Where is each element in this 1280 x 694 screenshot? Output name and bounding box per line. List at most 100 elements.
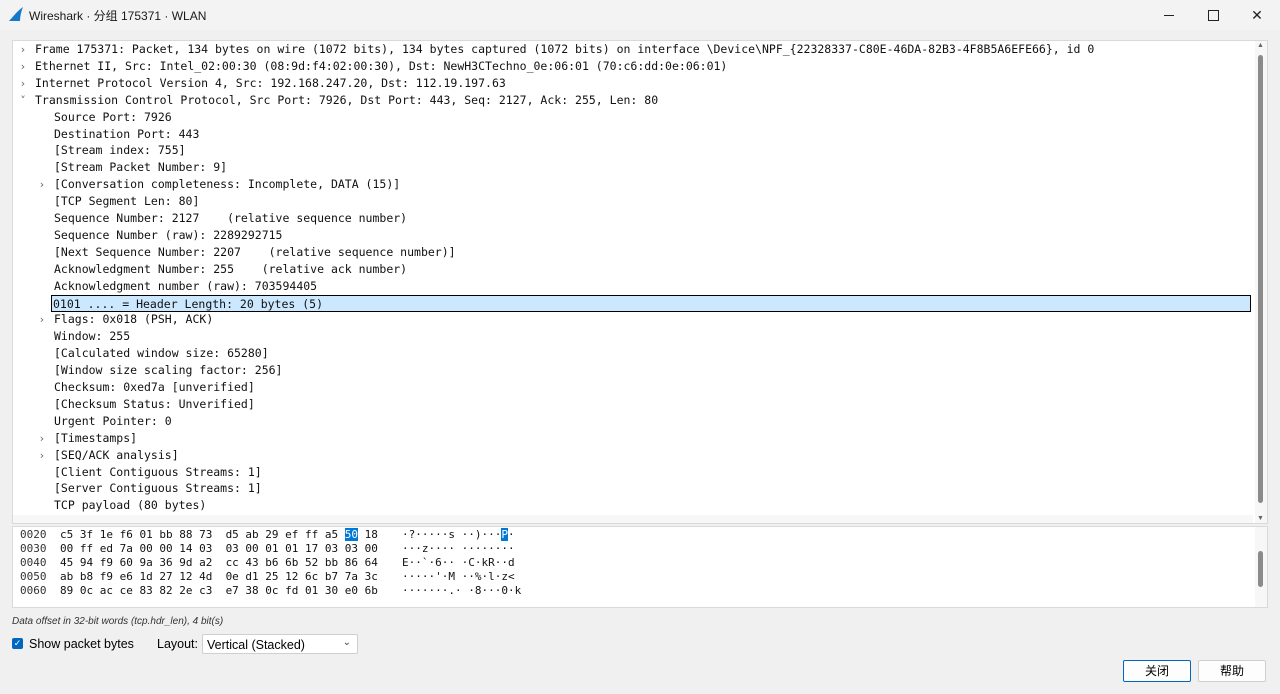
byte-offset: 0020: [20, 528, 47, 541]
tree-row[interactable]: [TCP Segment Len: 80]: [13, 193, 1253, 210]
tree-row[interactable]: Window: 255: [13, 328, 1253, 345]
hex-text: c5 3f 1e f6 01 bb 88 73 d5 ab 29 ef ff a…: [60, 528, 345, 541]
chevron-down-icon: ⌄: [342, 637, 351, 648]
tree-row[interactable]: Acknowledgment number (raw): 703594405: [13, 278, 1253, 295]
packet-details-tree[interactable]: ▲ ▼ › Frame 175371: Packet, 134 bytes on …: [12, 40, 1268, 524]
packet-bytes-pane[interactable]: 0020 c5 3f 1e f6 01 bb 88 73 d5 ab 29 ef …: [12, 526, 1268, 608]
tree-row[interactable]: ˅ Transmission Control Protocol, Src Port…: [13, 92, 1253, 109]
hex-bytes[interactable]: c5 3f 1e f6 01 bb 88 73 d5 ab 29 ef ff a…: [60, 528, 378, 542]
byte-offset: 0030: [20, 542, 47, 555]
tree-row-label: Acknowledgment Number: 255 (relative ack…: [54, 261, 408, 276]
hex-bytes[interactable]: 89 0c ac ce 83 82 2e c3 e7 38 0c fd 01 3…: [60, 584, 378, 598]
shark-fin-icon: [9, 7, 23, 21]
show-packet-bytes-label[interactable]: Show packet bytes: [29, 637, 134, 651]
highlighted-hex-byte: 50: [344, 528, 359, 541]
maximize-button[interactable]: [1190, 0, 1236, 30]
close-button[interactable]: 关闭: [1123, 660, 1191, 682]
tree-row-label: TCP payload (80 bytes): [54, 498, 207, 513]
hex-bytes[interactable]: ab b8 f9 e6 1d 27 12 4d 0e d1 25 12 6c b…: [60, 570, 378, 584]
collapse-chevron-icon[interactable]: ˅: [17, 92, 29, 109]
tree-row[interactable]: › Frame 175371: Packet, 134 bytes on wire…: [13, 41, 1253, 58]
expand-chevron-icon[interactable]: ›: [36, 430, 48, 447]
bytes-row[interactable]: 0020 c5 3f 1e f6 01 bb 88 73 d5 ab 29 ef …: [13, 528, 1253, 542]
tree-row[interactable]: 0101 .... = Header Length: 20 bytes (5): [51, 294, 1251, 312]
tree-row[interactable]: TCP payload (80 bytes): [13, 497, 1253, 514]
tree-row-label: Destination Port: 443: [54, 126, 200, 141]
window-title: Wireshark · 分组 175371 · WLAN: [29, 9, 207, 23]
layout-label: Layout:: [157, 637, 199, 651]
tree-row[interactable]: [Window size scaling factor: 256]: [13, 362, 1253, 379]
tree-row-label: 0101 .... = Header Length: 20 bytes (5): [53, 296, 324, 311]
tree-row-label: Transmission Control Protocol, Src Port:…: [35, 92, 659, 107]
tree-row-label: [SEQ/ACK analysis]: [54, 447, 179, 462]
tree-row-label: [Conversation completeness: Incomplete, …: [54, 177, 401, 192]
minimize-icon: [1164, 14, 1174, 16]
tree-row[interactable]: [Server Contiguous Streams: 1]: [13, 480, 1253, 497]
ascii-bytes[interactable]: E··`·6·· ·C·kR··d: [402, 556, 515, 570]
scroll-down-icon[interactable]: ▼: [1257, 515, 1264, 522]
show-packet-bytes-checkbox[interactable]: ✓: [12, 638, 23, 649]
tree-row[interactable]: Acknowledgment Number: 255 (relative ack…: [13, 261, 1253, 278]
expand-chevron-icon[interactable]: ›: [17, 75, 29, 92]
tree-horizontal-scrollbar[interactable]: [13, 515, 1253, 523]
tree-row[interactable]: Destination Port: 443: [13, 126, 1253, 143]
tree-row[interactable]: › [Timestamps]: [13, 430, 1253, 447]
expand-chevron-icon[interactable]: ›: [36, 311, 48, 328]
tree-row[interactable]: [Calculated window size: 65280]: [13, 345, 1253, 362]
tree-row[interactable]: › Internet Protocol Version 4, Src: 192.1…: [13, 75, 1253, 92]
tree-row[interactable]: [Checksum Status: Unverified]: [13, 396, 1253, 413]
bytes-row[interactable]: 0040 45 94 f9 60 9a 36 9d a2 cc 43 b6 6b …: [13, 556, 1253, 570]
tree-row[interactable]: › Ethernet II, Src: Intel_02:00:30 (08:9d…: [13, 58, 1253, 75]
expand-chevron-icon[interactable]: ›: [17, 41, 29, 58]
tree-row-label: Acknowledgment number (raw): 703594405: [54, 278, 318, 293]
tree-row-label: Sequence Number: 2127 (relative sequence…: [54, 211, 408, 225]
tree-row[interactable]: › Flags: 0x018 (PSH, ACK): [13, 311, 1253, 328]
tree-row-label: Source Port: 7926: [54, 109, 172, 124]
ascii-bytes[interactable]: ·····'·M ··%·l·z<: [402, 570, 515, 584]
tree-row[interactable]: Sequence Number (raw): 2289292715: [13, 227, 1253, 244]
expand-chevron-icon[interactable]: ›: [36, 447, 48, 464]
tree-row[interactable]: Source Port: 7926: [13, 109, 1253, 126]
ascii-bytes[interactable]: ·······.· ·8···0·k: [402, 584, 521, 598]
bytes-vertical-scrollbar[interactable]: [1255, 527, 1267, 607]
scroll-thumb[interactable]: [1258, 551, 1263, 587]
tree-row-label: Window: 255: [54, 329, 131, 344]
status-text: Data offset in 32-bit words (tcp.hdr_len…: [12, 616, 224, 627]
ascii-text: E··`·6·· ·C·kR··d: [402, 556, 515, 569]
byte-offset: 0060: [20, 584, 47, 597]
tree-row[interactable]: [Stream Packet Number: 9]: [13, 159, 1253, 176]
tree-row[interactable]: [Client Contiguous Streams: 1]: [13, 464, 1253, 481]
tree-row[interactable]: › [SEQ/ACK analysis]: [13, 447, 1253, 464]
tree-row-label: Ethernet II, Src: Intel_02:00:30 (08:9d:…: [35, 58, 728, 73]
ascii-bytes[interactable]: ···z···· ········: [402, 542, 515, 556]
close-window-button[interactable]: ✕: [1234, 0, 1280, 30]
scroll-thumb[interactable]: [1258, 55, 1263, 503]
tree-row[interactable]: [Next Sequence Number: 2207 (relative se…: [13, 244, 1253, 261]
hex-bytes[interactable]: 45 94 f9 60 9a 36 9d a2 cc 43 b6 6b 52 b…: [60, 556, 378, 570]
tree-row[interactable]: Sequence Number: 2127 (relative sequence…: [13, 210, 1253, 227]
bytes-row[interactable]: 0030 00 ff ed 7a 00 00 14 03 03 00 01 01 …: [13, 542, 1253, 556]
expand-chevron-icon[interactable]: ›: [17, 58, 29, 75]
minimize-button[interactable]: [1146, 0, 1192, 30]
tree-row-label: Sequence Number (raw): 2289292715: [54, 227, 283, 242]
hex-text: ab b8 f9 e6 1d 27 12 4d 0e d1 25 12 6c b…: [60, 570, 378, 583]
tree-row-label: [Stream index: 755]: [54, 143, 186, 158]
byte-offset: 0040: [20, 556, 47, 569]
tree-row[interactable]: [Stream index: 755]: [13, 142, 1253, 159]
maximize-icon: [1207, 9, 1219, 21]
bytes-row[interactable]: 0060 89 0c ac ce 83 82 2e c3 e7 38 0c fd …: [13, 584, 1253, 598]
expand-chevron-icon[interactable]: ›: [36, 176, 48, 193]
scroll-up-icon[interactable]: ▲: [1257, 42, 1264, 49]
hex-bytes[interactable]: 00 ff ed 7a 00 00 14 03 03 00 01 01 17 0…: [60, 542, 378, 556]
ascii-bytes[interactable]: ·?·····s ··)···P·: [402, 528, 515, 542]
bytes-row[interactable]: 0050 ab b8 f9 e6 1d 27 12 4d 0e d1 25 12 …: [13, 570, 1253, 584]
ascii-text: ···z···· ········: [402, 542, 515, 555]
tree-row[interactable]: Urgent Pointer: 0: [13, 413, 1253, 430]
tree-row-label: Frame 175371: Packet, 134 bytes on wire …: [35, 42, 1095, 56]
checkmark-icon: ✓: [13, 638, 22, 648]
help-button[interactable]: 帮助: [1198, 660, 1266, 682]
tree-row[interactable]: Checksum: 0xed7a [unverified]: [13, 379, 1253, 396]
tree-vertical-scrollbar[interactable]: ▲ ▼: [1255, 41, 1267, 523]
tree-row[interactable]: › [Conversation completeness: Incomplete,…: [13, 176, 1253, 193]
layout-select[interactable]: Vertical (Stacked) ⌄: [202, 634, 358, 654]
